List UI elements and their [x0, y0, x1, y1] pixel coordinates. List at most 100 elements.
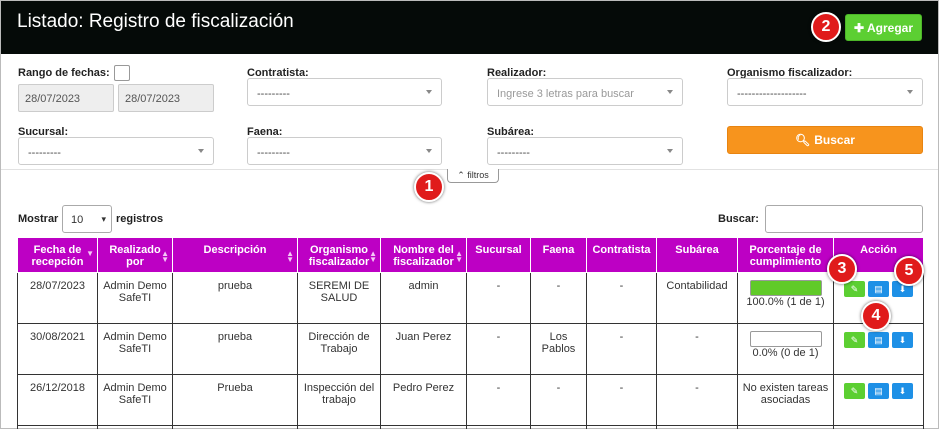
- cell-realizado: Admin Demo SafeTI: [97, 323, 173, 375]
- edit-button[interactable]: ✎: [844, 281, 865, 297]
- sort-icon: ▼: [86, 249, 94, 258]
- col-accion-label: Acción: [860, 244, 897, 256]
- edit-button[interactable]: ✎: [844, 383, 865, 399]
- annotation-badge-3: 3: [827, 254, 857, 284]
- col-sucursal: Sucursal: [466, 237, 531, 273]
- pdf-button[interactable]: ▤: [868, 332, 889, 348]
- col-realizado-label: Realizado por: [109, 244, 161, 268]
- pdf-button[interactable]: ▤: [868, 281, 889, 297]
- progress-bar: [749, 280, 822, 296]
- col-contratista: Contratista: [586, 237, 657, 273]
- search-button[interactable]: 🔍︎ Buscar: [727, 126, 923, 154]
- date-range-checkbox[interactable]: [114, 65, 130, 81]
- cell-fecha: 30/08/2021: [17, 323, 98, 375]
- col-subarea-label: Subárea: [675, 244, 719, 256]
- pencil-icon: ✎: [850, 284, 859, 294]
- chevron-down-icon: [667, 149, 673, 153]
- date-to-field[interactable]: 28/07/2023: [118, 84, 214, 112]
- download-button[interactable]: ⬇: [892, 332, 913, 348]
- cell-fiscalizador: admin: [380, 272, 467, 324]
- col-realizado[interactable]: Realizado por ▲ ▼: [97, 237, 173, 273]
- page-title: Listado: Registro de fiscalización: [17, 11, 294, 32]
- page: Listado: Registro de fiscalización ✚ Agr…: [0, 0, 939, 429]
- document-icon: ▤: [874, 335, 883, 345]
- organismo-value: -------------------: [737, 88, 807, 100]
- contratista-value: ---------: [257, 88, 290, 100]
- document-icon: ▤: [874, 386, 883, 396]
- sort-icon: ▲ ▼: [286, 249, 294, 264]
- cell-realizado: Admin Demo SafeTI: [97, 374, 173, 426]
- plus-icon: ✚: [853, 20, 865, 35]
- col-faena: Faena: [530, 237, 587, 273]
- cell-fiscalizador: Pedro Perez: [380, 374, 467, 426]
- col-porcentaje: Porcentaje de cumplimiento: [737, 237, 834, 273]
- chevron-down-icon: [907, 90, 913, 94]
- cell-realizado: Admin Demo SafeTI: [97, 272, 173, 324]
- sort-icon: ▲ ▼: [161, 249, 169, 264]
- progress-text: 100.0% (1 de 1): [746, 296, 825, 308]
- page-length-value: 10: [71, 214, 84, 226]
- show-label: Mostrar: [18, 213, 59, 225]
- cell-contratista: -: [586, 272, 657, 324]
- sort-icon: ▲ ▼: [455, 249, 463, 264]
- date-from-field[interactable]: 28/07/2023: [18, 84, 114, 112]
- col-sucursal-label: Sucursal: [475, 244, 522, 256]
- page-length-select[interactable]: 10 ▾: [62, 205, 112, 233]
- pencil-icon: ✎: [850, 386, 859, 396]
- document-icon: ▤: [874, 284, 883, 294]
- download-button[interactable]: ⬇: [892, 383, 913, 399]
- cell-accion: ✎ ▤ ⬇: [833, 374, 924, 426]
- sort-icon: ▲ ▼: [369, 249, 377, 264]
- col-organismo-label: Organismo fiscalizador: [308, 244, 370, 268]
- annotation-badge-2: 2: [811, 12, 841, 42]
- contratista-select[interactable]: ---------: [247, 78, 442, 106]
- cell-sucursal: -: [466, 374, 531, 426]
- add-button[interactable]: ✚ Agregar: [845, 14, 922, 41]
- col-descripcion-label: Descripción: [203, 244, 267, 256]
- cell-subarea: Contabilidad: [656, 272, 738, 324]
- col-fiscalizador[interactable]: Nombre del fiscalizador ▲ ▼: [380, 237, 467, 273]
- annotation-badge-1: 1: [414, 172, 444, 202]
- cell-faena: Los Pablos: [530, 323, 587, 375]
- table-row: [17, 425, 924, 429]
- cell-contratista: -: [586, 323, 657, 375]
- cell-descripcion: prueba: [172, 323, 298, 375]
- cell-faena: -: [530, 374, 587, 426]
- download-icon: ⬇: [898, 386, 907, 396]
- double-chevron-up-icon: ⌃: [457, 170, 465, 180]
- realizador-placeholder: Ingrese 3 letras para buscar: [497, 88, 634, 100]
- records-label: registros: [116, 213, 164, 225]
- toggle-filters-label: filtros: [467, 170, 489, 180]
- cell-porcentaje: 0.0% (0 de 1): [737, 323, 834, 375]
- table-header-row: Fecha de recepción ▼ Realizado por ▲ ▼ Desc…: [17, 237, 924, 273]
- organismo-select[interactable]: -------------------: [727, 78, 923, 106]
- progress-text: 0.0% (0 de 1): [752, 347, 819, 359]
- chevron-down-icon: ▾: [101, 214, 106, 224]
- table-row: 28/07/2023 Admin Demo SafeTI prueba SERE…: [17, 272, 924, 324]
- search-button-label: Buscar: [814, 133, 855, 147]
- col-fecha[interactable]: Fecha de recepción ▼: [17, 237, 98, 273]
- cell-fecha: 28/07/2023: [17, 272, 98, 324]
- table-search-input[interactable]: [765, 205, 923, 233]
- edit-button[interactable]: ✎: [844, 332, 865, 348]
- cell-organismo: Inspección del trabajo: [297, 374, 381, 426]
- faena-select[interactable]: ---------: [247, 137, 442, 165]
- cell-contratista: -: [586, 374, 657, 426]
- cell-faena: -: [530, 272, 587, 324]
- chevron-down-icon: [426, 149, 432, 153]
- toggle-filters-button[interactable]: ⌃ filtros: [447, 169, 499, 183]
- col-descripcion[interactable]: Descripción ▲ ▼: [172, 237, 298, 273]
- pdf-button[interactable]: ▤: [868, 383, 889, 399]
- cell-organismo: Dirección de Trabajo: [297, 323, 381, 375]
- cell-subarea: -: [656, 374, 738, 426]
- sucursal-select[interactable]: ---------: [18, 137, 214, 165]
- subarea-select[interactable]: ---------: [487, 137, 683, 165]
- col-fecha-label: Fecha de recepción: [31, 244, 84, 268]
- chevron-down-icon: [667, 90, 673, 94]
- cell-fiscalizador: Juan Perez: [380, 323, 467, 375]
- realizador-select[interactable]: Ingrese 3 letras para buscar: [487, 78, 683, 106]
- col-organismo[interactable]: Organismo fiscalizador ▲ ▼: [297, 237, 381, 273]
- search-icon: 🔍︎: [795, 133, 811, 147]
- cell-accion: ✎ ▤ ⬇: [833, 323, 924, 375]
- col-porcentaje-label: Porcentaje de cumplimiento: [749, 244, 822, 268]
